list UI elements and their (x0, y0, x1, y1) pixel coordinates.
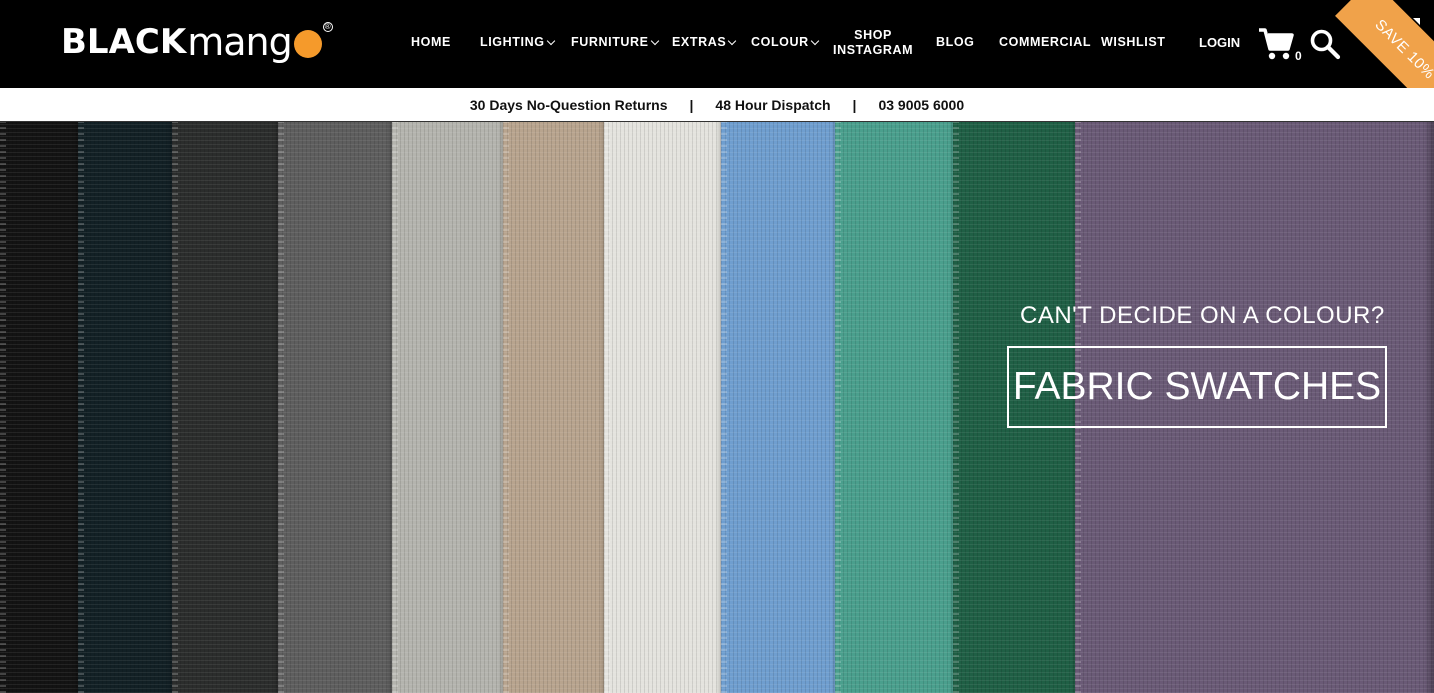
nav-instagram-label: INSTAGRAM (833, 43, 914, 57)
nav-home-label: HOME (411, 35, 451, 49)
site-header: BLACK mang ® HOME LIGHTING FURNITURE EXT… (0, 0, 1434, 88)
nav-wishlist[interactable]: WISHLIST (1101, 35, 1166, 49)
fabric-swatch-strip (392, 122, 508, 693)
info-separator: | (852, 96, 857, 113)
save-ribbon-band: SAVE 10% (1335, 0, 1434, 88)
info-bar: 30 Days No-Question Returns | 48 Hour Di… (0, 88, 1434, 122)
cart-icon[interactable] (1258, 27, 1294, 61)
chevron-down-icon (810, 36, 820, 45)
nav-shop-instagram[interactable]: SHOP INSTAGRAM (833, 28, 913, 58)
hero-banner[interactable]: CAN'T DECIDE ON A COLOUR? FABRIC SWATCHE… (0, 122, 1434, 693)
dispatch-info: 48 Hour Dispatch (715, 96, 831, 113)
phone-number[interactable]: 03 9005 6000 (878, 97, 964, 113)
nav-home[interactable]: HOME (411, 35, 451, 49)
fabric-swatch-strip (78, 122, 176, 693)
fabric-swatches-button[interactable]: FABRIC SWATCHES (1007, 346, 1387, 428)
logo-orange-dot (293, 30, 322, 58)
nav-extras[interactable]: EXTRAS (672, 35, 737, 49)
nav-lighting[interactable]: LIGHTING (480, 35, 555, 49)
chevron-down-icon (546, 36, 555, 45)
nav-furniture[interactable]: FURNITURE (571, 35, 659, 49)
nav-lighting-label: LIGHTING (480, 35, 545, 49)
fabric-swatch-strip (278, 122, 396, 693)
site-logo[interactable]: BLACK mang ® (61, 18, 333, 66)
nav-colour-label: COLOUR (751, 35, 809, 49)
nav-wishlist-label: WISHLIST (1101, 35, 1166, 49)
logo-mango-text: mang (187, 20, 293, 64)
ribbon-arrow-icon (1413, 18, 1420, 25)
nav-furniture-label: FURNITURE (571, 35, 649, 49)
save-ribbon-label: SAVE 10% (1371, 15, 1434, 83)
info-separator: | (689, 96, 694, 113)
fabric-swatch-strip (172, 122, 282, 693)
nav-shop-label: SHOP (854, 28, 892, 42)
nav-colour[interactable]: COLOUR (751, 35, 820, 49)
logo-black-text: BLACK (61, 22, 187, 62)
fabric-swatch-strip (503, 122, 609, 693)
fabric-swatch-strip (721, 122, 841, 693)
nav-commercial[interactable]: COMMERCIAL (999, 35, 1091, 49)
save-ribbon[interactable]: SAVE 10% (1322, 0, 1434, 88)
login-link[interactable]: LOGIN (1199, 35, 1240, 50)
nav-blog-label: BLOG (936, 35, 975, 49)
fabric-swatch-strip (0, 122, 82, 693)
nav-commercial-label: COMMERCIAL (999, 35, 1092, 49)
fabric-swatch-strip (835, 122, 959, 693)
fabric-swatch-strip (604, 122, 726, 693)
hero-question: CAN'T DECIDE ON A COLOUR? (1020, 302, 1385, 329)
nav-extras-label: EXTRAS (672, 35, 727, 49)
returns-info: 30 Days No-Question Returns (469, 96, 668, 113)
cart-count: 0 (1295, 49, 1302, 63)
logo-registered-mark: ® (322, 22, 333, 32)
nav-blog[interactable]: BLOG (936, 35, 975, 49)
chevron-down-icon (650, 36, 659, 45)
chevron-down-icon (728, 36, 737, 45)
